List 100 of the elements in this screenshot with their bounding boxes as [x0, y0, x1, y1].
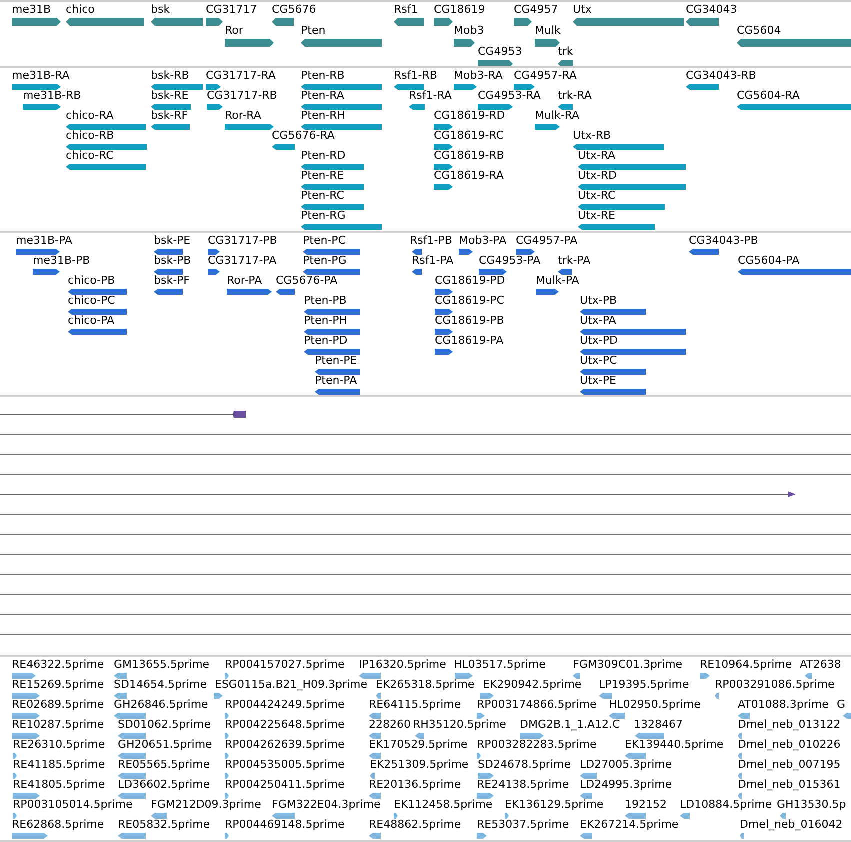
transcript-label: trk-RA — [558, 89, 592, 102]
est-label: RE62868.5prime — [12, 818, 104, 831]
transcript-label: Utx-RC — [578, 189, 616, 202]
protein-label: CG18619-PC — [435, 294, 504, 307]
est-label: SD24678.5prime — [478, 758, 571, 771]
est-label: RP004469148.5prime — [225, 818, 345, 831]
protein-label: Utx-PA — [580, 314, 616, 327]
est-label: RP004535005.5prime — [225, 758, 345, 771]
transcript-label: CG4957-RA — [514, 69, 577, 82]
est-label: AT01088.3prime — [738, 698, 829, 711]
transcript-label: Pten-RB — [301, 69, 345, 82]
protein-label: CG18619-PB — [435, 314, 504, 327]
transcript-label: Pten-RC — [301, 189, 344, 202]
est-label: RH35120.5prime — [413, 718, 506, 731]
est-label: GM13655.5prime — [114, 658, 210, 671]
gene-label: trk — [558, 45, 574, 58]
transcript-label: bsk-RF — [151, 109, 188, 122]
est-label: RE05832.5prime — [118, 818, 210, 831]
protein-label: Pten-PC — [303, 234, 346, 247]
protein-label: me31B-PA — [16, 234, 72, 247]
est-label: DMG2B.1_1.A12.C — [520, 718, 620, 731]
transcript-label: Mob3-RA — [454, 69, 503, 82]
protein-label: CG34043-PB — [689, 234, 758, 247]
est-label: EK112458.5prime — [394, 798, 493, 811]
transcript-label: Utx-RE — [578, 209, 616, 222]
gene-label: CG5604 — [737, 24, 782, 37]
transcript-label: CG18619-RD — [434, 109, 506, 122]
gene-label: chico — [66, 3, 95, 16]
est-label: GH20651.5prime — [118, 738, 212, 751]
gene-label: Rsf1 — [394, 3, 418, 16]
transcript-label: CG18619-RB — [434, 149, 504, 162]
gene-label: CG31717 — [206, 3, 258, 16]
est-label: IP16320.5prime — [359, 658, 446, 671]
protein-label: bsk-PB — [154, 254, 192, 267]
est-label: Dmel_neb_010226 — [738, 738, 841, 751]
transcript-label: chico-RC — [66, 149, 114, 162]
gene-label: CG18619 — [434, 3, 486, 16]
est-label: ESG0115a.B21_H09.3prime — [215, 678, 368, 691]
est-label: LD27005.3prime — [580, 758, 672, 771]
gene-label: CG5676 — [272, 3, 316, 16]
protein-label: CG31717-PB — [208, 234, 278, 247]
protein-label: chico-PB — [68, 274, 116, 287]
transcript-label: CG34043-RB — [686, 69, 756, 82]
gene-label: CG4953 — [478, 45, 522, 58]
transcript-label: Pten-RH — [301, 109, 346, 122]
est-label: 228260 — [369, 718, 411, 731]
est-label: 1328467 — [634, 718, 683, 731]
transcript-label: CG18619-RA — [434, 169, 504, 182]
gene-label: Pten — [301, 24, 326, 37]
protein-label: chico-PA — [68, 314, 114, 327]
est-label: EK170529.5prime — [369, 738, 468, 751]
est-label: RP004225648.5prime — [225, 718, 345, 731]
protein-label: CG18619-PD — [435, 274, 506, 287]
protein-label: Utx-PC — [580, 354, 618, 367]
protein-label: me31B-PB — [33, 254, 90, 267]
transcript-label: CG31717-RA — [206, 69, 276, 82]
transcript-label: CG31717-RB — [207, 89, 278, 102]
est-label: Dmel_neb_015361 — [738, 778, 841, 791]
transcript-label: Ror-RA — [225, 109, 262, 122]
transcript-label: Utx-RB — [573, 129, 612, 142]
est-label: Dmel_neb_007195 — [738, 758, 841, 771]
est-label: SD01062.5prime — [118, 718, 211, 731]
protein-label: Pten-PH — [304, 314, 348, 327]
est-label: AT2638 — [800, 658, 842, 671]
transcript-label: Utx-RD — [578, 169, 617, 182]
transcript-label: CG4953-RA — [478, 89, 541, 102]
est-label: RE46322.5prime — [12, 658, 104, 671]
protein-label: Mob3-PA — [459, 234, 507, 247]
transcript-label: Pten-RD — [301, 149, 346, 162]
est-label: RE41805.5prime — [13, 778, 106, 791]
est-label: RP003174866.5prime — [477, 698, 597, 711]
est-label: Dmel_neb_016042 — [740, 818, 843, 831]
est-label: SD14654.5prime — [114, 678, 207, 691]
protein-label: trk-PA — [558, 254, 591, 267]
transcript-label: Utx-RA — [578, 149, 616, 162]
protein-label: Utx-PB — [580, 294, 618, 307]
est-label: LD10884.5prime — [680, 798, 772, 811]
transcript-label: CG18619-RC — [434, 129, 504, 142]
est-label: LD24995.3prime — [580, 778, 672, 791]
protein-label: bsk-PE — [154, 234, 191, 247]
est-label: RE15269.5prime — [12, 678, 104, 691]
est-label: RP004157027.5prime — [225, 658, 345, 671]
est-label: RE64115.5prime — [369, 698, 462, 711]
protein-label: CG4953-PA — [479, 254, 541, 267]
est-label: EK267214.5prime — [580, 818, 679, 831]
protein-label: Utx-PD — [580, 334, 618, 347]
est-label: LP19395.5prime — [599, 678, 690, 691]
gene-label: Mob3 — [454, 24, 484, 37]
protein-label: Rsf1-PB — [410, 234, 452, 247]
est-label: G — [837, 698, 846, 711]
est-label: FGM212D09.3prime — [151, 798, 262, 811]
transcript-label: Rsf1-RB — [394, 69, 438, 82]
transcript-label: bsk-RB — [151, 69, 190, 82]
est-label: HL03517.5prime — [454, 658, 546, 671]
protein-label: Pten-PG — [303, 254, 347, 267]
est-label: Dmel_neb_013122 — [738, 718, 841, 731]
est-label: RE24138.5prime — [477, 778, 570, 791]
est-label: HL02950.5prime — [609, 698, 701, 711]
transcript-label: chico-RB — [66, 129, 114, 142]
protein-label: Pten-PA — [315, 374, 358, 387]
